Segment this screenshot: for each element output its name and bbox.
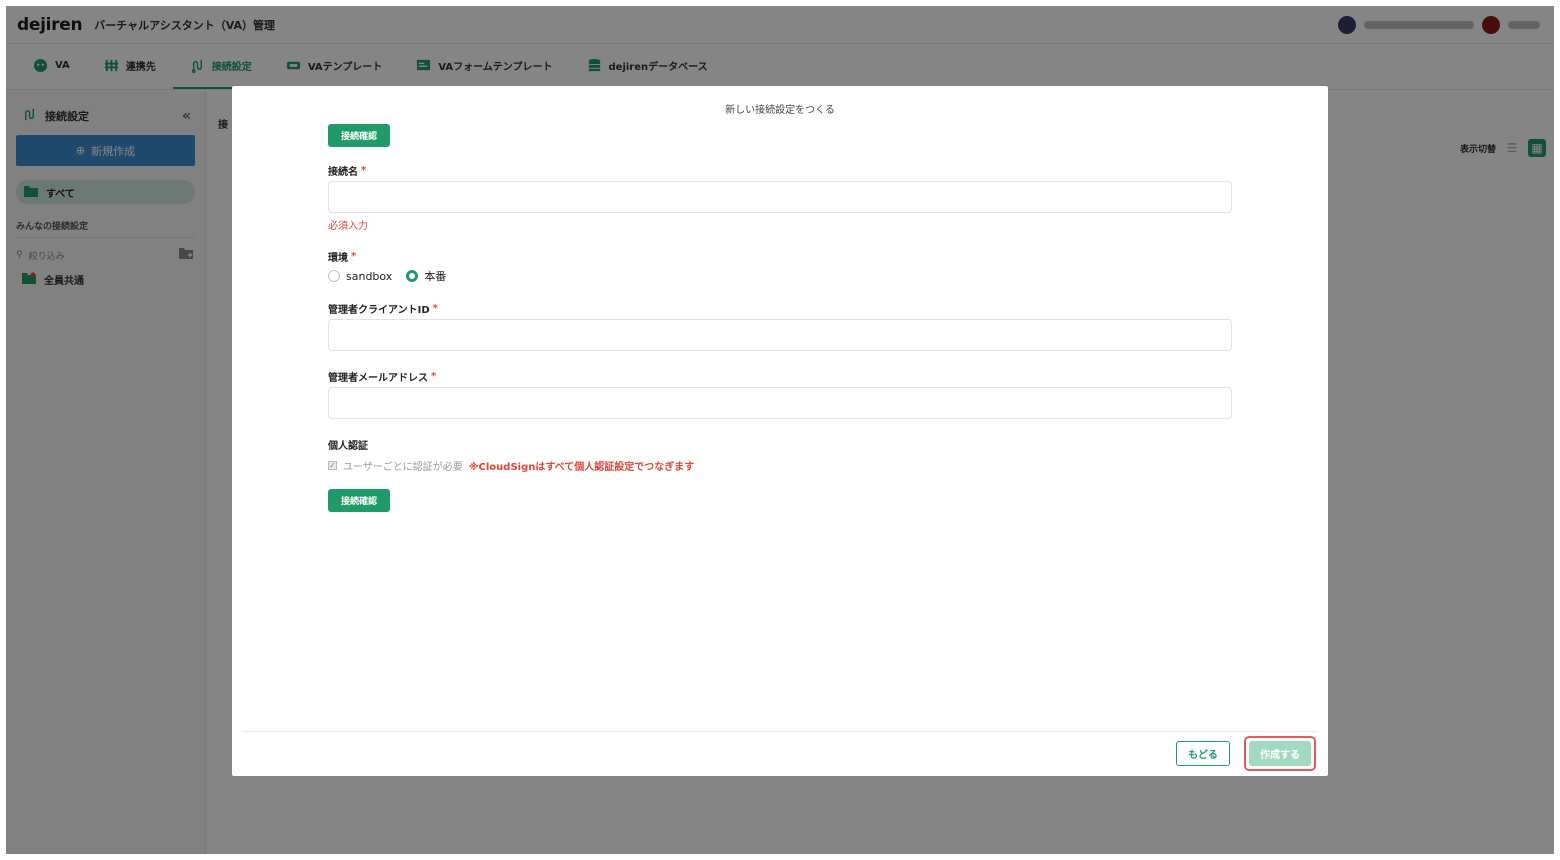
required-mark: * bbox=[361, 165, 367, 176]
connection-form: 接続確認 接続名 * 必須入力 環境 * sandbox 本番 管理者クライアン… bbox=[328, 124, 1232, 512]
modal-title: 新しい接続設定をつくる bbox=[725, 105, 835, 116]
personal-auth-label: 個人認証 bbox=[328, 441, 368, 452]
personal-auth-checkbox[interactable]: ✓ bbox=[328, 461, 337, 470]
environment-label: 環境 * bbox=[328, 249, 1232, 264]
radio-label: 本番 bbox=[424, 270, 447, 283]
connection-check-button[interactable]: 接続確認 bbox=[328, 124, 390, 147]
app-frame: dejiren バーチャルアシスタント（VA）管理 VA 連携先 接続設定 VA… bbox=[6, 6, 1554, 854]
client-id-label: 管理者クライアントID * bbox=[328, 301, 1232, 316]
connection-name-input[interactable] bbox=[328, 181, 1232, 213]
personal-auth-row: ✓ ユーザーごとに認証が必要 ※CloudSignはすべて個人認証設定でつなぎま… bbox=[328, 458, 1232, 473]
required-mark: * bbox=[432, 303, 438, 314]
create-button-highlight: 作成する bbox=[1244, 736, 1316, 771]
name-error: 必須入力 bbox=[328, 221, 368, 232]
checkbox-label: ユーザーごとに認証が必要 bbox=[343, 462, 463, 473]
name-label: 接続名 * bbox=[328, 163, 1232, 178]
environment-radio-group: sandbox 本番 bbox=[328, 268, 1232, 284]
modal-footer-divider bbox=[242, 731, 1318, 732]
client-id-label-text: 管理者クライアントID bbox=[328, 305, 430, 316]
back-button[interactable]: もどる bbox=[1176, 741, 1230, 766]
environment-label-text: 環境 bbox=[328, 253, 348, 264]
radio-circle bbox=[328, 270, 340, 282]
email-label-text: 管理者メールアドレス bbox=[328, 373, 428, 384]
radio-circle-selected bbox=[406, 270, 419, 282]
required-mark: * bbox=[351, 251, 357, 262]
required-mark: * bbox=[431, 371, 437, 382]
name-label-text: 接続名 bbox=[328, 167, 358, 178]
radio-sandbox[interactable]: sandbox bbox=[328, 270, 392, 283]
cloudsign-note: ※CloudSignはすべて個人認証設定でつなぎます bbox=[468, 462, 695, 473]
client-id-input[interactable] bbox=[328, 319, 1232, 351]
connection-check-button-bottom[interactable]: 接続確認 bbox=[328, 489, 390, 512]
create-connection-modal: 新しい接続設定をつくる 接続確認 接続名 * 必須入力 環境 * sandbox bbox=[232, 86, 1328, 776]
email-input[interactable] bbox=[328, 387, 1232, 419]
radio-production[interactable]: 本番 bbox=[406, 268, 446, 284]
email-label: 管理者メールアドレス * bbox=[328, 369, 1232, 384]
radio-label: sandbox bbox=[346, 269, 393, 283]
create-button[interactable]: 作成する bbox=[1249, 741, 1311, 766]
